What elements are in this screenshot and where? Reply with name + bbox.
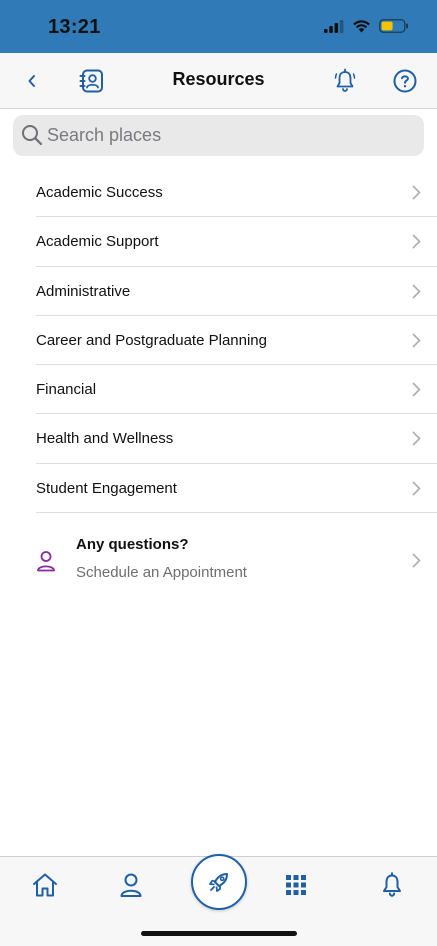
- person-icon: [37, 551, 55, 572]
- wifi-icon: [353, 20, 370, 33]
- status-time: 13:21: [48, 16, 101, 38]
- profile-icon: [120, 873, 142, 897]
- list-item-label: Academic Support: [36, 233, 159, 251]
- chevron-right-icon: [412, 481, 421, 496]
- list-item-academic-support[interactable]: Academic Support: [36, 217, 437, 267]
- search-input[interactable]: [47, 115, 407, 156]
- schedule-appointment-row[interactable]: Any questions? Schedule an Appointment: [0, 520, 437, 604]
- list-item-label: Administrative: [36, 282, 131, 300]
- chevron-right-icon: [412, 553, 421, 568]
- rocket-icon: [209, 873, 228, 892]
- list-item-label: Student Engagement: [36, 479, 177, 497]
- tab-home[interactable]: [27, 867, 63, 903]
- launch-button[interactable]: [191, 854, 247, 910]
- list-item-label: Health and Wellness: [36, 430, 174, 448]
- tab-notifications[interactable]: [374, 867, 410, 903]
- chevron-right-icon: [412, 234, 421, 249]
- list-item-administrative[interactable]: Administrative: [36, 267, 437, 316]
- bell-ring-icon: [334, 68, 356, 92]
- notifications-button[interactable]: [331, 67, 359, 95]
- apps-grid-icon: [286, 875, 306, 895]
- page-title: Resources: [172, 69, 265, 89]
- tab-profile[interactable]: [113, 867, 149, 903]
- chevron-right-icon: [412, 382, 421, 397]
- battery-icon: [379, 19, 408, 33]
- list-item-health-wellness[interactable]: Health and Wellness: [36, 414, 437, 464]
- home-indicator: [141, 931, 297, 936]
- tab-apps[interactable]: [278, 867, 314, 903]
- list-item-financial[interactable]: Financial: [36, 365, 437, 415]
- status-bar: 13:21: [0, 0, 437, 53]
- navigation-bar: Resources: [0, 53, 437, 109]
- list-item-label: Career and Postgraduate Planning: [36, 331, 267, 349]
- signal-icon: [324, 19, 344, 33]
- search-icon: [22, 125, 43, 146]
- chevron-right-icon: [412, 185, 421, 200]
- appointment-subtitle: Schedule an Appointment: [76, 564, 247, 581]
- list-item-label: Academic Success: [36, 184, 163, 201]
- question-circle-icon: [393, 69, 417, 93]
- search-bar: [13, 115, 424, 156]
- category-list: Academic Success Academic Support Admini…: [0, 168, 437, 514]
- list-item-academic-success[interactable]: Academic Success: [36, 168, 437, 218]
- chevron-right-icon: [412, 284, 421, 298]
- chevron-right-icon: [412, 333, 421, 348]
- home-icon: [33, 873, 57, 897]
- help-button[interactable]: [391, 67, 419, 95]
- status-icons: [324, 19, 409, 33]
- chevron-right-icon: [412, 432, 421, 446]
- list-item-label: Financial: [36, 381, 97, 399]
- list-item-career-planning[interactable]: Career and Postgraduate Planning: [36, 316, 437, 366]
- bell-icon: [383, 872, 401, 897]
- list-item-student-engagement[interactable]: Student Engagement: [36, 464, 437, 514]
- appointment-title: Any questions?: [76, 536, 189, 553]
